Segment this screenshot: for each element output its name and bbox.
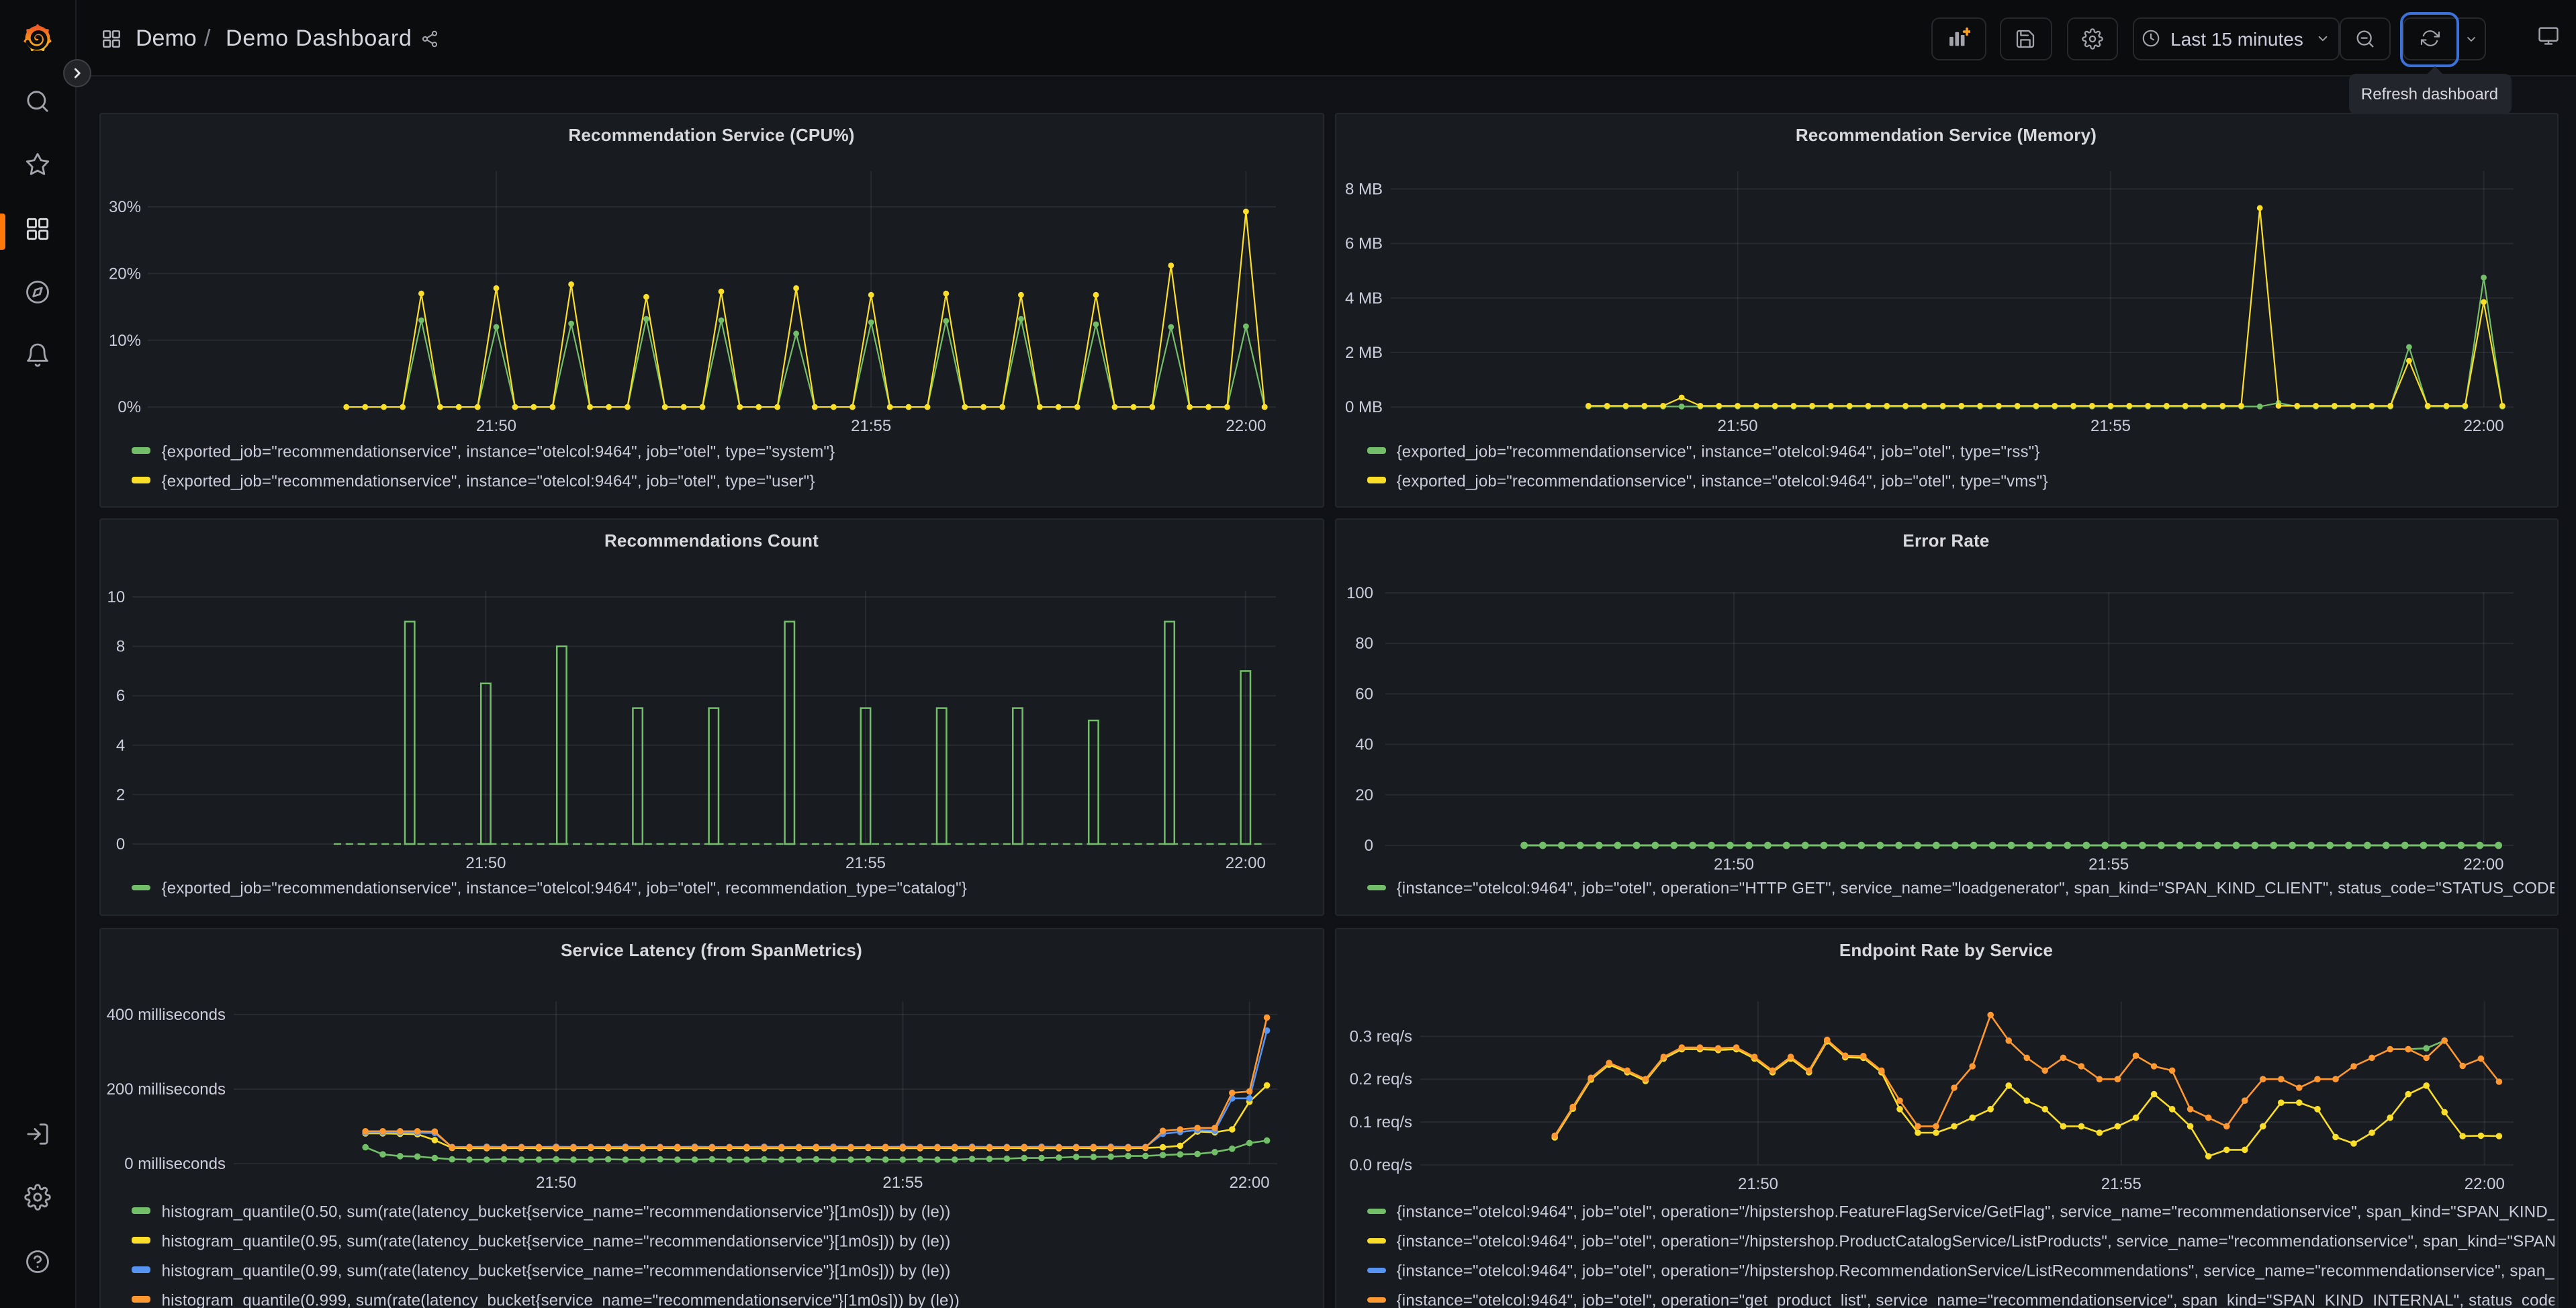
svg-text:22:00: 22:00 xyxy=(2463,855,2503,873)
svg-text:0%: 0% xyxy=(118,398,141,416)
svg-text:100: 100 xyxy=(1346,583,1373,602)
svg-text:0 milliseconds: 0 milliseconds xyxy=(124,1155,226,1173)
svg-text:21:55: 21:55 xyxy=(845,853,886,872)
svg-text:21:55: 21:55 xyxy=(851,416,891,434)
svg-text:400 milliseconds: 400 milliseconds xyxy=(107,1006,226,1024)
svg-text:21:50: 21:50 xyxy=(1737,1175,1778,1193)
svg-text:21:55: 21:55 xyxy=(882,1174,923,1192)
svg-text:40: 40 xyxy=(1354,735,1373,753)
svg-text:200 milliseconds: 200 milliseconds xyxy=(107,1080,226,1099)
svg-text:2: 2 xyxy=(116,785,125,803)
svg-text:21:55: 21:55 xyxy=(2101,1175,2141,1193)
svg-text:21:50: 21:50 xyxy=(1713,855,1753,873)
svg-text:21:55: 21:55 xyxy=(2090,416,2130,434)
svg-text:10: 10 xyxy=(107,588,125,606)
svg-text:21:55: 21:55 xyxy=(2088,855,2128,873)
svg-text:10%: 10% xyxy=(109,331,141,349)
svg-text:22:00: 22:00 xyxy=(2463,416,2503,434)
svg-text:6 MB: 6 MB xyxy=(1344,234,1382,252)
svg-text:4: 4 xyxy=(116,736,125,754)
svg-text:4 MB: 4 MB xyxy=(1344,289,1382,307)
svg-text:0: 0 xyxy=(116,835,125,853)
svg-text:21:50: 21:50 xyxy=(465,853,506,872)
svg-text:80: 80 xyxy=(1354,634,1373,652)
svg-text:20: 20 xyxy=(1354,786,1373,804)
svg-text:6: 6 xyxy=(116,686,125,704)
svg-text:22:00: 22:00 xyxy=(2464,1175,2504,1193)
svg-text:0.2 req/s: 0.2 req/s xyxy=(1349,1070,1412,1088)
svg-text:21:50: 21:50 xyxy=(536,1174,576,1192)
svg-text:0.0 req/s: 0.0 req/s xyxy=(1349,1156,1412,1174)
svg-text:60: 60 xyxy=(1354,684,1373,702)
svg-text:0.3 req/s: 0.3 req/s xyxy=(1349,1027,1412,1045)
svg-text:0 MB: 0 MB xyxy=(1344,398,1382,416)
svg-text:22:00: 22:00 xyxy=(1230,1174,1270,1192)
svg-text:21:50: 21:50 xyxy=(1717,416,1757,434)
svg-text:2 MB: 2 MB xyxy=(1344,343,1382,361)
svg-text:30%: 30% xyxy=(109,197,141,216)
svg-text:8 MB: 8 MB xyxy=(1344,179,1382,197)
svg-text:22:00: 22:00 xyxy=(1226,853,1266,872)
svg-text:8: 8 xyxy=(116,637,125,655)
svg-text:21:50: 21:50 xyxy=(476,416,516,434)
svg-text:22:00: 22:00 xyxy=(1226,416,1266,434)
svg-text:0: 0 xyxy=(1364,836,1373,854)
svg-text:0.1 req/s: 0.1 req/s xyxy=(1349,1113,1412,1131)
svg-text:20%: 20% xyxy=(109,264,141,282)
